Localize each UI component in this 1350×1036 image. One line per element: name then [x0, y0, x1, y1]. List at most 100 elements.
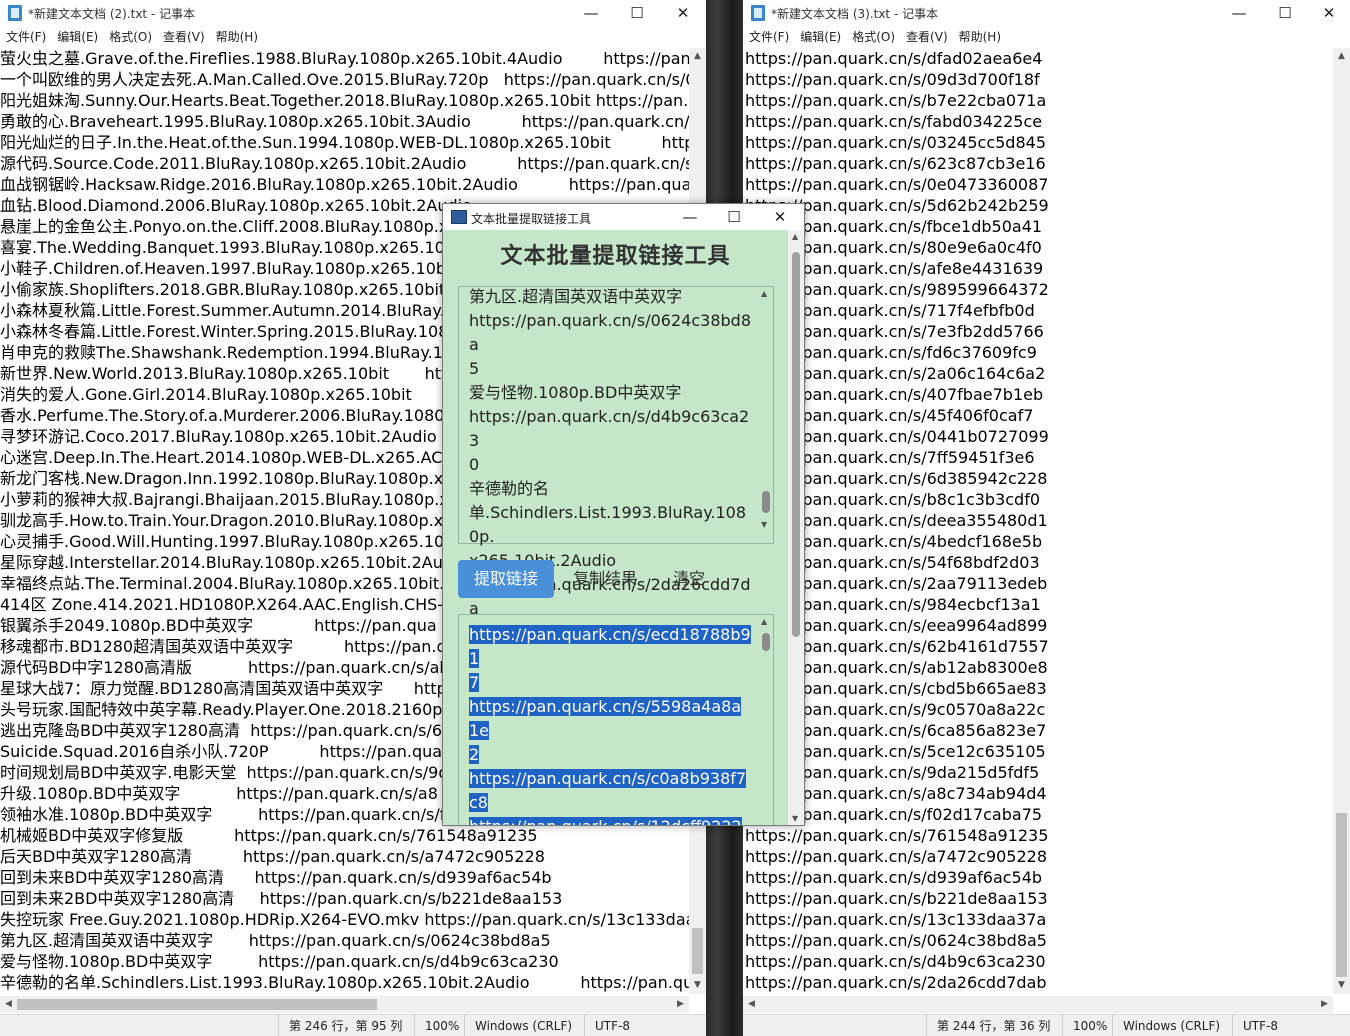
output-link[interactable]: 7: [469, 673, 480, 692]
zoom-level: 100%: [414, 1015, 459, 1036]
text-line: 失控玩家 Free.Guy.2021.1080p.HDRip.X264-EVO.…: [0, 910, 689, 929]
input-line: https://pan.quark.cn/s/0624c38bd8a: [469, 311, 751, 354]
output-link[interactable]: https://pan.quark.cn/s/5598a4a8a1e: [469, 697, 742, 740]
dialog-titlebar: 文本批量提取链接工具 — ☐ ✕: [443, 204, 804, 230]
text-line: https://pan.quark.cn/s/b7e22cba071a: [745, 91, 1047, 110]
cursor-position: 第 244 行，第 36 列: [926, 1015, 1050, 1036]
dialog-scroll-thumb[interactable]: [792, 252, 800, 637]
menu-file[interactable]: 文件(F): [749, 26, 789, 48]
menu-format[interactable]: 格式(O): [852, 26, 895, 48]
scroll-up-icon[interactable]: ▲: [689, 48, 706, 65]
left-horizontal-scrollbar[interactable]: ◀ ▶: [0, 996, 689, 1013]
text-line: 勇敢的心.Braveheart.1995.BluRay.1080p.x265.1…: [0, 112, 689, 131]
menu-view[interactable]: 查看(V): [906, 26, 948, 48]
minimize-icon[interactable]: —: [568, 0, 614, 26]
right-notepad-window: *新建文本文档 (3).txt - 记事本 — ☐ ✕ 文件(F) 编辑(E) 格式…: [743, 0, 1350, 1036]
right-menubar: 文件(F) 编辑(E) 格式(O) 查看(V) 帮助(H): [743, 26, 1350, 48]
text-line: https://pan.quark.cn/s/5d62b242b259: [745, 196, 1049, 215]
right-vscroll-thumb[interactable]: [1336, 813, 1347, 977]
output-link[interactable]: 2: [469, 745, 480, 764]
menu-file[interactable]: 文件(F): [6, 26, 46, 48]
right-statusbar: 第 244 行，第 36 列 100% Windows (CRLF) UTF-8: [743, 1014, 1350, 1036]
right-vertical-scrollbar[interactable]: ▲ ▼: [1333, 48, 1350, 994]
output-link[interactable]: https://pan.quark.cn/s/12dcff92220a: [469, 817, 742, 825]
text-line: https://pan.quark.cn/s/717f4efbfb0d: [745, 301, 1035, 320]
output-scrollbar[interactable]: ▲: [759, 615, 773, 825]
text-line: 源代码.Source.Code.2011.BluRay.1080p.x265.1…: [0, 154, 689, 173]
minimize-icon[interactable]: —: [1216, 0, 1262, 26]
notepad-icon: [8, 5, 22, 21]
text-line: 机械姬BD中英双字修复版 https://pan.quark.cn/s/7615…: [0, 826, 538, 845]
scroll-down-icon[interactable]: ▼: [689, 977, 706, 994]
input-line: 5: [469, 359, 480, 378]
text-line: https://pan.quark.cn/s/5ce12c635105: [745, 742, 1046, 761]
right-text-editor[interactable]: https://pan.quark.cn/s/dfad02aea6e4 https…: [745, 48, 1335, 994]
menu-format[interactable]: 格式(O): [109, 26, 152, 48]
scroll-down-icon[interactable]: ▼: [792, 814, 798, 823]
scroll-up-icon[interactable]: ▲: [761, 617, 767, 626]
text-line: https://pan.quark.cn/s/b8c1c3b3cdf0: [745, 490, 1041, 509]
text-line: https://pan.quark.cn/s/eea9964ad899: [745, 616, 1048, 635]
scroll-right-icon[interactable]: ▶: [1316, 996, 1333, 1013]
scroll-left-icon[interactable]: ◀: [0, 996, 17, 1013]
text-line: https://pan.quark.cn/s/b221de8aa153: [745, 889, 1048, 908]
left-titlebar: *新建文本文档 (2).txt - 记事本 — ☐ ✕: [0, 0, 706, 26]
text-line: https://pan.quark.cn/s/761548a91235: [745, 826, 1049, 845]
menu-help[interactable]: 帮助(H): [216, 26, 258, 48]
close-icon[interactable]: ✕: [660, 0, 706, 26]
minimize-icon[interactable]: —: [667, 204, 713, 230]
scroll-up-icon[interactable]: ▲: [1333, 48, 1350, 65]
input-scroll-thumb[interactable]: [762, 491, 770, 513]
text-line: https://pan.quark.cn/s/989599664372: [745, 280, 1049, 299]
text-line: https://pan.quark.cn/s/7ff59451f3e6: [745, 448, 1035, 467]
output-textarea[interactable]: https://pan.quark.cn/s/ecd18788b91 7 https…: [458, 614, 774, 825]
input-line: 辛德勒的名: [469, 479, 550, 498]
scroll-down-icon[interactable]: ▼: [761, 520, 767, 529]
scroll-down-icon[interactable]: ▼: [1333, 977, 1350, 994]
text-line: 后天BD中英双字1280高清 https://pan.quark.cn/s/a7…: [0, 847, 545, 866]
text-line: https://pan.quark.cn/s/cbd5b665ae83: [745, 679, 1047, 698]
maximize-icon[interactable]: ☐: [711, 204, 757, 230]
dialog-scrollbar[interactable]: ▲ ▼: [788, 230, 804, 825]
text-line: https://pan.quark.cn/s/ab12ab8300e8: [745, 658, 1048, 677]
text-line: 阳光灿烂的日子.In.the.Heat.of.the.Sun.1994.1080…: [0, 133, 689, 152]
input-scrollbar[interactable]: ▲ ▼: [759, 287, 773, 543]
output-link[interactable]: https://pan.quark.cn/s/ecd18788b91: [469, 625, 751, 668]
text-line: 第九区.超清国英双语中英双字 https://pan.quark.cn/s/06…: [0, 931, 551, 950]
left-vscroll-thumb[interactable]: [692, 928, 703, 974]
text-line: 爱与怪物.1080p.BD中英双字 https://pan.quark.cn/s…: [0, 952, 559, 971]
scroll-up-icon[interactable]: ▲: [792, 232, 798, 241]
output-scroll-thumb[interactable]: [762, 633, 770, 651]
text-line: https://pan.quark.cn/s/fabd034225ce: [745, 112, 1043, 131]
text-line: https://pan.quark.cn/s/0e0473360087: [745, 175, 1049, 194]
maximize-icon[interactable]: ☐: [614, 0, 660, 26]
text-line: https://pan.quark.cn/s/dfad02aea6e4: [745, 49, 1043, 68]
app-window-icon: [451, 210, 467, 224]
text-line: https://pan.quark.cn/s/f02d17caba75: [745, 805, 1043, 824]
input-textarea[interactable]: 第九区.超清国英双语中英双字 https://pan.quark.cn/s/062…: [458, 286, 774, 642]
output-text: https://pan.quark.cn/s/ecd18788b91 7 https…: [469, 623, 751, 825]
scroll-right-icon[interactable]: ▶: [672, 996, 689, 1013]
text-line: https://pan.quark.cn/s/a8c734ab94d4: [745, 784, 1047, 803]
right-horizontal-scrollbar[interactable]: ◀ ▶: [743, 996, 1333, 1013]
maximize-icon[interactable]: ☐: [1262, 0, 1308, 26]
close-icon[interactable]: ✕: [1306, 0, 1350, 26]
clear-button[interactable]: 清空: [673, 560, 705, 598]
left-statusbar: 第 246 行，第 95 列 100% Windows (CRLF) UTF-8: [0, 1014, 706, 1036]
text-line: https://pan.quark.cn/s/fd6c37609fc9: [745, 343, 1037, 362]
extract-links-button[interactable]: 提取链接: [458, 560, 554, 598]
scroll-left-icon[interactable]: ◀: [743, 996, 760, 1013]
close-icon[interactable]: ✕: [757, 204, 803, 230]
menu-edit[interactable]: 编辑(E): [57, 26, 98, 48]
scroll-up-icon[interactable]: ▲: [761, 289, 767, 298]
menu-help[interactable]: 帮助(H): [959, 26, 1001, 48]
left-hscroll-thumb[interactable]: [17, 999, 377, 1010]
line-ending: Windows (CRLF): [1112, 1015, 1220, 1036]
text-line: https://pan.quark.cn/s/13c133daa37a: [745, 910, 1047, 929]
output-link[interactable]: https://pan.quark.cn/s/c0a8b938f7c8: [469, 769, 747, 812]
menu-view[interactable]: 查看(V): [163, 26, 205, 48]
menu-edit[interactable]: 编辑(E): [800, 26, 841, 48]
left-window-title: *新建文本文档 (2).txt - 记事本: [28, 7, 196, 21]
copy-result-button[interactable]: 复制结果: [573, 560, 637, 598]
right-window-title: *新建文本文档 (3).txt - 记事本: [771, 7, 939, 21]
